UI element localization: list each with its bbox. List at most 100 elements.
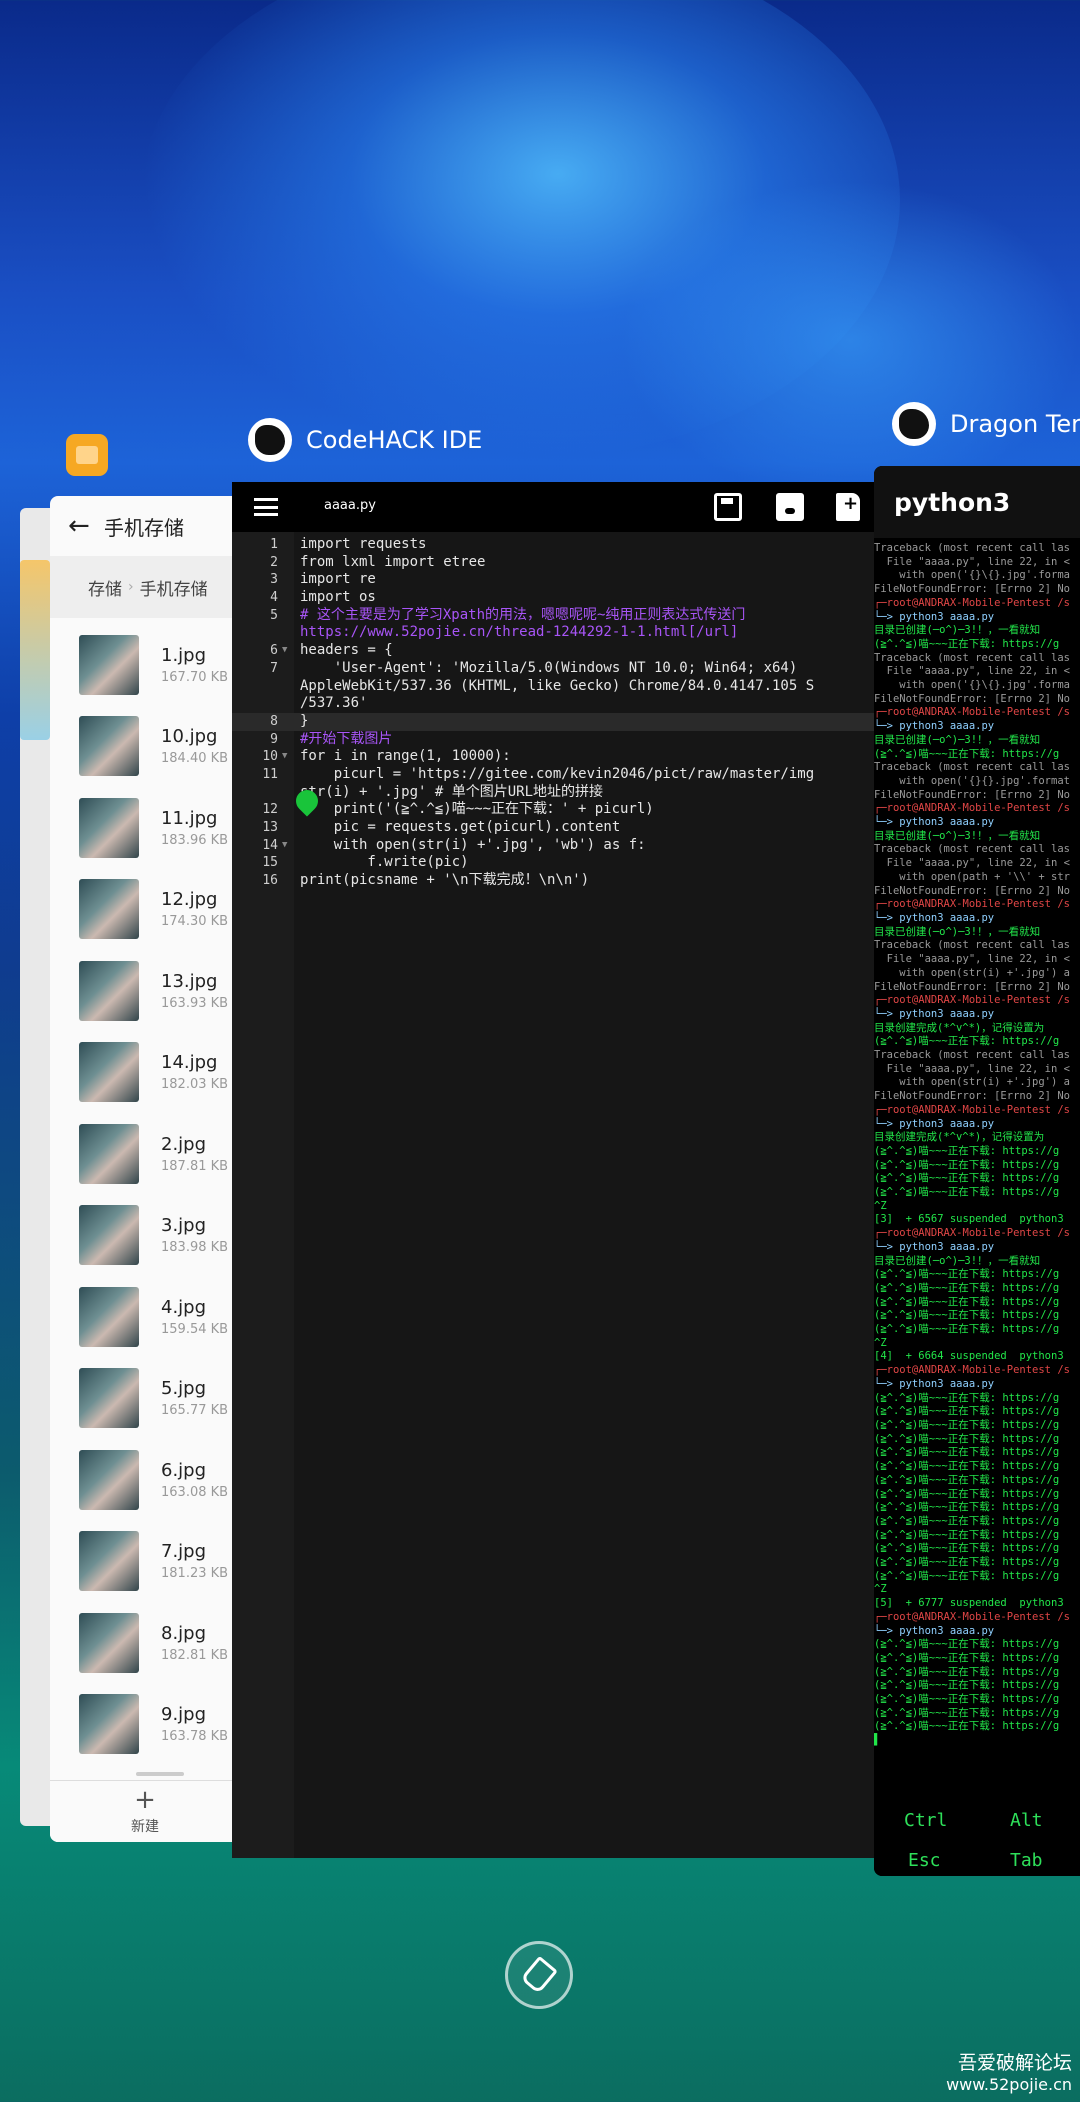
fold-arrow-icon[interactable]: ▼ bbox=[282, 748, 287, 766]
file-list-item[interactable]: 2.jpg 187.81 KB bbox=[50, 1113, 240, 1195]
line-number: 10 bbox=[262, 749, 278, 765]
file-list-item[interactable]: 12.jpg 174.30 KB bbox=[50, 869, 240, 951]
watermark-line1: 吾爱破解论坛 bbox=[957, 2052, 1072, 2074]
file-list-item[interactable]: 9.jpg 163.78 KB bbox=[50, 1684, 240, 1766]
files-app-icon[interactable] bbox=[66, 434, 108, 476]
file-size: 183.96 KB bbox=[161, 832, 229, 848]
terminal-line: └─> python3 aaaa.py bbox=[874, 1377, 995, 1390]
code-line: 7 'User-Agent': 'Mozilla/5.0(Windows NT … bbox=[232, 660, 874, 678]
file-list-item[interactable]: 6.jpg 163.08 KB bbox=[50, 1439, 240, 1521]
image-thumbnail bbox=[79, 634, 139, 695]
line-number: 13 bbox=[262, 820, 278, 835]
code-text: print(picsname + '\n下载完成！\n\n') bbox=[300, 872, 590, 889]
terminal-line: (≧^.^≦)喵~~~正在下载: https://g bbox=[874, 1569, 1060, 1582]
terminal-line: └─> python3 aaaa.py bbox=[874, 816, 995, 829]
file-size: 174.30 KB bbox=[161, 914, 229, 930]
file-size: 182.81 KB bbox=[161, 1647, 229, 1663]
image-thumbnail bbox=[79, 960, 139, 1021]
fold-arrow-icon[interactable]: ▼ bbox=[282, 837, 287, 855]
terminal-line: (≧^.^≦)喵~~~正在下载: https://g bbox=[874, 1514, 1060, 1527]
file-list-item[interactable]: 10.jpg 184.40 KB bbox=[50, 706, 240, 788]
new-file-icon[interactable] bbox=[836, 493, 860, 521]
save-icon[interactable] bbox=[776, 493, 804, 521]
file-name: 14.jpg bbox=[161, 1052, 218, 1074]
code-text: /537.36' bbox=[300, 695, 368, 712]
fold-arrow-icon[interactable]: ▼ bbox=[282, 642, 287, 660]
alt-key[interactable]: Alt bbox=[1010, 1810, 1043, 1831]
file-name: 11.jpg bbox=[161, 807, 218, 829]
file-list-item[interactable]: 13.jpg 163.93 KB bbox=[50, 950, 240, 1032]
terminal-line: (≧^.^≦)喵~~~正在下载: https://g bbox=[874, 1679, 1060, 1692]
hamburger-menu-icon[interactable] bbox=[254, 498, 278, 516]
code-line: 5 # 这个主要是为了学习Xpath的用法，嗯嗯呢呢~纯用正则表达式传送门 bbox=[232, 607, 874, 625]
esc-key[interactable]: Esc bbox=[908, 1850, 941, 1871]
terminal-line: (≧^.^≦)喵~~~正在下载: https://g bbox=[874, 1693, 1060, 1706]
code-text: str(i) + '.jpg' # 单个图片URL地址的拼接 bbox=[300, 783, 604, 800]
file-list-item[interactable]: 14.jpg 182.03 KB bbox=[50, 1032, 240, 1114]
file-meta: 6.jpg 163.08 KB bbox=[161, 1460, 228, 1500]
code-editor[interactable]: 1 import requests 2 from lxml import etree 3… bbox=[232, 532, 874, 1858]
file-name: 7.jpg bbox=[161, 1541, 207, 1563]
line-number: 16 bbox=[262, 873, 278, 889]
file-list-item[interactable]: 4.jpg 159.54 KB bbox=[50, 1276, 240, 1358]
terminal-line: └─> python3 aaaa.py bbox=[874, 1624, 995, 1637]
file-list-item[interactable]: 3.jpg 183.98 KB bbox=[50, 1195, 240, 1277]
file-list-item[interactable]: 1.jpg 167.70 KB bbox=[50, 624, 240, 706]
code-line: 15 f.write(pic) bbox=[232, 854, 874, 872]
file-size: 167.70 KB bbox=[161, 669, 229, 685]
file-list-item[interactable]: 7.jpg 181.23 KB bbox=[50, 1521, 240, 1603]
file-meta: 11.jpg 183.96 KB bbox=[161, 808, 228, 848]
code-text: https://www.52pojie.cn/thread-1244292-1-… bbox=[300, 624, 739, 641]
terminal-line: with open('{}{}.jpg'.format bbox=[874, 774, 1070, 787]
wallpaper-glow bbox=[620, 180, 1080, 500]
code-text: import re bbox=[300, 571, 376, 588]
file-list-item[interactable]: 5.jpg 165.77 KB bbox=[50, 1358, 240, 1440]
terminal-line: (≧^.^≦)喵~~~正在下载: https://g bbox=[874, 1487, 1060, 1500]
ctrl-key[interactable]: Ctrl bbox=[904, 1810, 947, 1831]
file-list-item[interactable]: 8.jpg 182.81 KB bbox=[50, 1602, 240, 1684]
new-button[interactable]: + 新建 bbox=[50, 1780, 240, 1842]
file-size: 183.98 KB bbox=[161, 1240, 229, 1256]
save-as-icon[interactable] bbox=[714, 493, 742, 521]
file-list-item[interactable]: 11.jpg 183.96 KB bbox=[50, 787, 240, 869]
file-meta: 3.jpg 183.98 KB bbox=[161, 1215, 228, 1255]
terminal-line: (≧^.^≦)喵~~~正在下载: https://g bbox=[874, 1391, 1060, 1404]
line-number: 1 bbox=[270, 537, 278, 552]
code-line: AppleWebKit/537.36 (KHTML, like Gecko) C… bbox=[232, 678, 874, 696]
code-text: picurl = 'https://gitee.com/kevin2046/pi… bbox=[300, 765, 815, 782]
files-app-card[interactable]: ← 手机存储 存储 › 手机存储 1.jpg 167.70 KB 10.jpg 184… bbox=[50, 496, 240, 1842]
clear-all-button[interactable] bbox=[505, 1941, 573, 2009]
code-text: } bbox=[300, 712, 309, 729]
codehack-dragon-icon bbox=[248, 418, 292, 462]
file-meta: 9.jpg 163.78 KB bbox=[161, 1704, 228, 1744]
terminal-line: ^Z bbox=[874, 1199, 887, 1212]
terminal-app-label[interactable]: Dragon Ter bbox=[892, 402, 1080, 446]
tab-key[interactable]: Tab bbox=[1010, 1850, 1043, 1871]
terminal-line: (≧^.^≦)喵~~~正在下载: https://g bbox=[874, 1460, 1060, 1473]
code-text: import requests bbox=[300, 536, 427, 552]
terminal-app-card[interactable]: python3 Traceback (most recent call las … bbox=[874, 466, 1080, 1876]
terminal-line: └─> python3 aaaa.py bbox=[874, 610, 995, 623]
terminal-line: FileNotFoundError: [Errno 2] No bbox=[874, 788, 1070, 801]
line-number: 8 bbox=[270, 713, 278, 729]
ide-app-label[interactable]: CodeHACK IDE bbox=[248, 418, 482, 462]
terminal-line: (≧^.^≦)喵~~~正在下载: https://g bbox=[874, 1268, 1060, 1281]
terminal-line: └─> python3 aaaa.py bbox=[874, 1240, 995, 1253]
code-line: 6 ▼ headers = { bbox=[232, 642, 874, 660]
dragon-terminal-icon bbox=[892, 402, 936, 446]
breadcrumb-storage[interactable]: 存储 bbox=[88, 575, 122, 600]
file-meta: 4.jpg 159.54 KB bbox=[161, 1297, 228, 1337]
back-arrow-icon[interactable]: ← bbox=[68, 511, 104, 541]
file-name: 12.jpg bbox=[161, 889, 218, 911]
code-line: 8} bbox=[232, 712, 874, 731]
ide-app-card[interactable]: aaaa.py 1 import requests 2 from lxml impor… bbox=[232, 482, 874, 1858]
code-text: # 这个主要是为了学习Xpath的用法，嗯嗯呢呢~纯用正则表达式传送门 bbox=[300, 606, 746, 623]
terminal-line: (≧^.^≦)喵~~~正在下载: https://g bbox=[874, 1419, 1060, 1431]
terminal-line: Traceback (most recent call las bbox=[874, 542, 1070, 554]
terminal-line: ┌─root@ANDRAX-Mobile-Pentest /s bbox=[874, 898, 1070, 911]
line-number: 6 bbox=[270, 643, 278, 659]
terminal-line: (≧^.^≦)喵~~~正在下载: https://g bbox=[874, 1473, 1060, 1486]
terminal-line: Traceback (most recent call las bbox=[874, 939, 1070, 952]
breadcrumb-phone-storage[interactable]: 手机存储 bbox=[140, 575, 208, 600]
file-size: 187.81 KB bbox=[161, 1158, 229, 1174]
